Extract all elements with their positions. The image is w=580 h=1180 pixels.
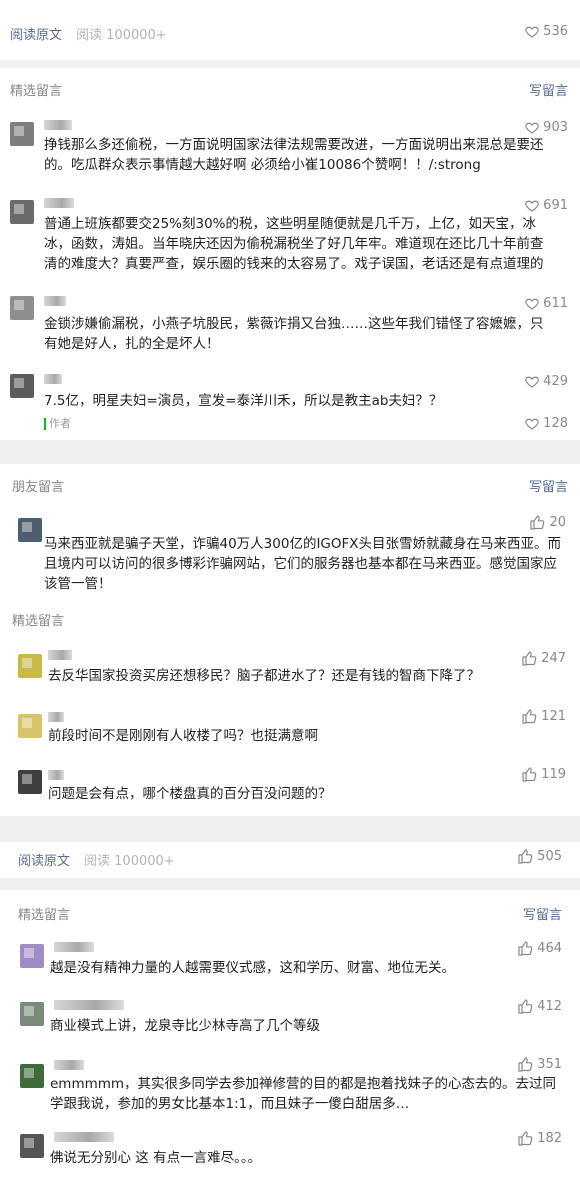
comment-text: 去反华国家投资买房还想移民？脑子都进水了？还是有钱的智商下降了？	[48, 668, 480, 684]
nickname	[48, 712, 64, 722]
comment-like-count: 351	[537, 1056, 562, 1072]
comment-text: 前段时间不是刚刚有人收楼了吗？也挺满意啊	[48, 728, 318, 744]
comment-text: 佛说无分别心 这 有点一言难尽。。。	[50, 1150, 262, 1166]
write-comment-link[interactable]: 写留言	[529, 80, 568, 99]
comment-like-button[interactable]: 412	[517, 998, 562, 1014]
nickname	[54, 1132, 114, 1142]
avatar[interactable]	[18, 714, 42, 738]
author-reply-like-count: 128	[543, 416, 568, 431]
thumbs-up-icon	[518, 849, 533, 864]
comment-like-button[interactable]: 429	[525, 374, 568, 389]
nickname	[44, 374, 62, 384]
section-title-featured: 精选留言	[10, 84, 63, 99]
comment-like-count: 247	[541, 650, 566, 666]
comment-text: 商业模式上讲，龙泉寺比少林寺高了几个等级	[50, 1018, 320, 1034]
comment-text: 问题是会有点，哪个楼盘真的百分百没问题的？	[48, 786, 332, 802]
avatar[interactable]	[18, 770, 42, 794]
comment-like-count: 121	[541, 708, 566, 724]
comment-text: emmmmm，其实很多同学去参加禅修营的目的都是抱着找妹子的心态去的。去过同学跟…	[50, 1076, 557, 1112]
comment-text: 7.5亿，明星夫妇=演员，宣发=泰洋川禾，所以是教主ab夫妇？？	[44, 393, 443, 409]
avatar[interactable]	[20, 1134, 44, 1158]
divider	[0, 878, 580, 890]
read-count: 阅读 100000+	[84, 854, 175, 869]
comment-like-button[interactable]: 464	[517, 940, 562, 956]
nickname	[54, 942, 94, 952]
article-like-count: 505	[537, 848, 562, 864]
comment-text: 越是没有精神力量的人越需要仪式感，这和学历、财富、地位无关。	[50, 960, 455, 976]
thumbs-up-icon	[518, 999, 533, 1014]
comment-text: 挣钱那么多还偷税，一方面说明国家法律法规需要改进，一方面说明出来混总是要还的。吃…	[44, 137, 544, 173]
comment-like-count: 691	[543, 198, 568, 213]
comment-like-count: 611	[543, 296, 568, 311]
nickname	[44, 296, 66, 306]
comment-text: 金锁涉嫌偷漏税，小燕子坑股民，紫薇诈捐又台独……这些年我们错怪了容嬷嬷，只有她是…	[44, 316, 544, 352]
nickname	[48, 650, 72, 660]
heart-icon	[525, 122, 540, 134]
avatar[interactable]	[20, 944, 44, 968]
author-reply-tag: 作者	[44, 418, 71, 430]
read-original-link[interactable]: 阅读原文	[10, 24, 62, 43]
article-like-count: 536	[543, 24, 568, 39]
heart-icon	[525, 418, 540, 430]
write-comment-link[interactable]: 写留言	[529, 476, 568, 495]
comment-like-button[interactable]: 119	[521, 766, 566, 782]
comment-like-button[interactable]: 121	[521, 708, 566, 724]
nickname	[48, 770, 64, 780]
section-title-friends: 朋友留言	[12, 480, 65, 495]
article-like-button[interactable]: 536	[525, 24, 568, 39]
thumbs-up-icon	[518, 1131, 533, 1146]
comment-like-button[interactable]: 611	[525, 296, 568, 311]
comment-like-count: 903	[543, 120, 568, 135]
avatar[interactable]	[10, 200, 34, 224]
nickname	[44, 198, 74, 208]
divider	[0, 60, 580, 68]
comment-like-button[interactable]: 691	[525, 198, 568, 213]
heart-icon	[525, 200, 540, 212]
thumbs-up-icon	[518, 941, 533, 956]
thumbs-up-icon	[522, 651, 537, 666]
comment-text: 马来西亚就是骗子天堂，诈骗40万人300亿的IGOFX头目张雪娇就藏身在马来西亚…	[44, 536, 562, 592]
comment-panel-3: 阅读原文 阅读 100000+ 505 精选留言 写留言 464 越是没有精神力…	[0, 842, 580, 1180]
avatar[interactable]	[10, 374, 34, 398]
avatar[interactable]	[18, 654, 42, 678]
read-count: 阅读 100000+	[76, 28, 167, 43]
read-original-link[interactable]: 阅读原文	[18, 850, 70, 869]
comment-like-button[interactable]: 182	[517, 1130, 562, 1146]
comment-panel-2: 朋友留言 写留言 20 马来西亚就是骗子天堂，诈骗40万人300亿的IGOFX头…	[0, 464, 580, 816]
heart-icon	[525, 376, 540, 388]
article-like-button[interactable]: 505	[517, 848, 562, 864]
write-comment-link[interactable]: 写留言	[523, 904, 562, 923]
nickname	[44, 120, 72, 130]
comment-like-button[interactable]: 247	[521, 650, 566, 666]
panel-gap	[0, 816, 580, 842]
comment-like-count: 20	[549, 514, 566, 530]
section-title-featured: 精选留言	[18, 908, 71, 923]
nickname	[54, 1060, 84, 1070]
comment-like-count: 182	[537, 1130, 562, 1146]
avatar[interactable]	[20, 1064, 44, 1088]
panel-gap	[0, 440, 580, 464]
thumbs-up-icon	[518, 1057, 533, 1072]
avatar[interactable]	[10, 122, 34, 146]
thumbs-up-icon	[522, 709, 537, 724]
author-reply-like-button[interactable]: 128	[525, 416, 568, 431]
comment-like-button[interactable]: 20	[529, 514, 566, 530]
thumbs-up-icon	[530, 515, 545, 530]
comment-like-button[interactable]: 903	[525, 120, 568, 135]
comment-text: 普通上班族都要交25%刻30%的税，这些明星随便就是几千万，上亿，如天宝，冰冰，…	[44, 216, 544, 272]
section-title-featured: 精选留言	[12, 614, 65, 629]
avatar[interactable]	[10, 296, 34, 320]
comment-like-count: 464	[537, 940, 562, 956]
comment-like-button[interactable]: 351	[517, 1056, 562, 1072]
comment-panel-1: 阅读原文 阅读 100000+ 536 精选留言 写留言 903 挣钱那么多还偷…	[0, 0, 580, 440]
thumbs-up-icon	[522, 767, 537, 782]
avatar[interactable]	[20, 1002, 44, 1026]
heart-icon	[525, 26, 540, 38]
avatar[interactable]	[18, 518, 42, 542]
comment-like-count: 429	[543, 374, 568, 389]
comment-like-count: 412	[537, 998, 562, 1014]
comment-like-count: 119	[541, 766, 566, 782]
heart-icon	[525, 298, 540, 310]
nickname	[54, 1000, 124, 1010]
